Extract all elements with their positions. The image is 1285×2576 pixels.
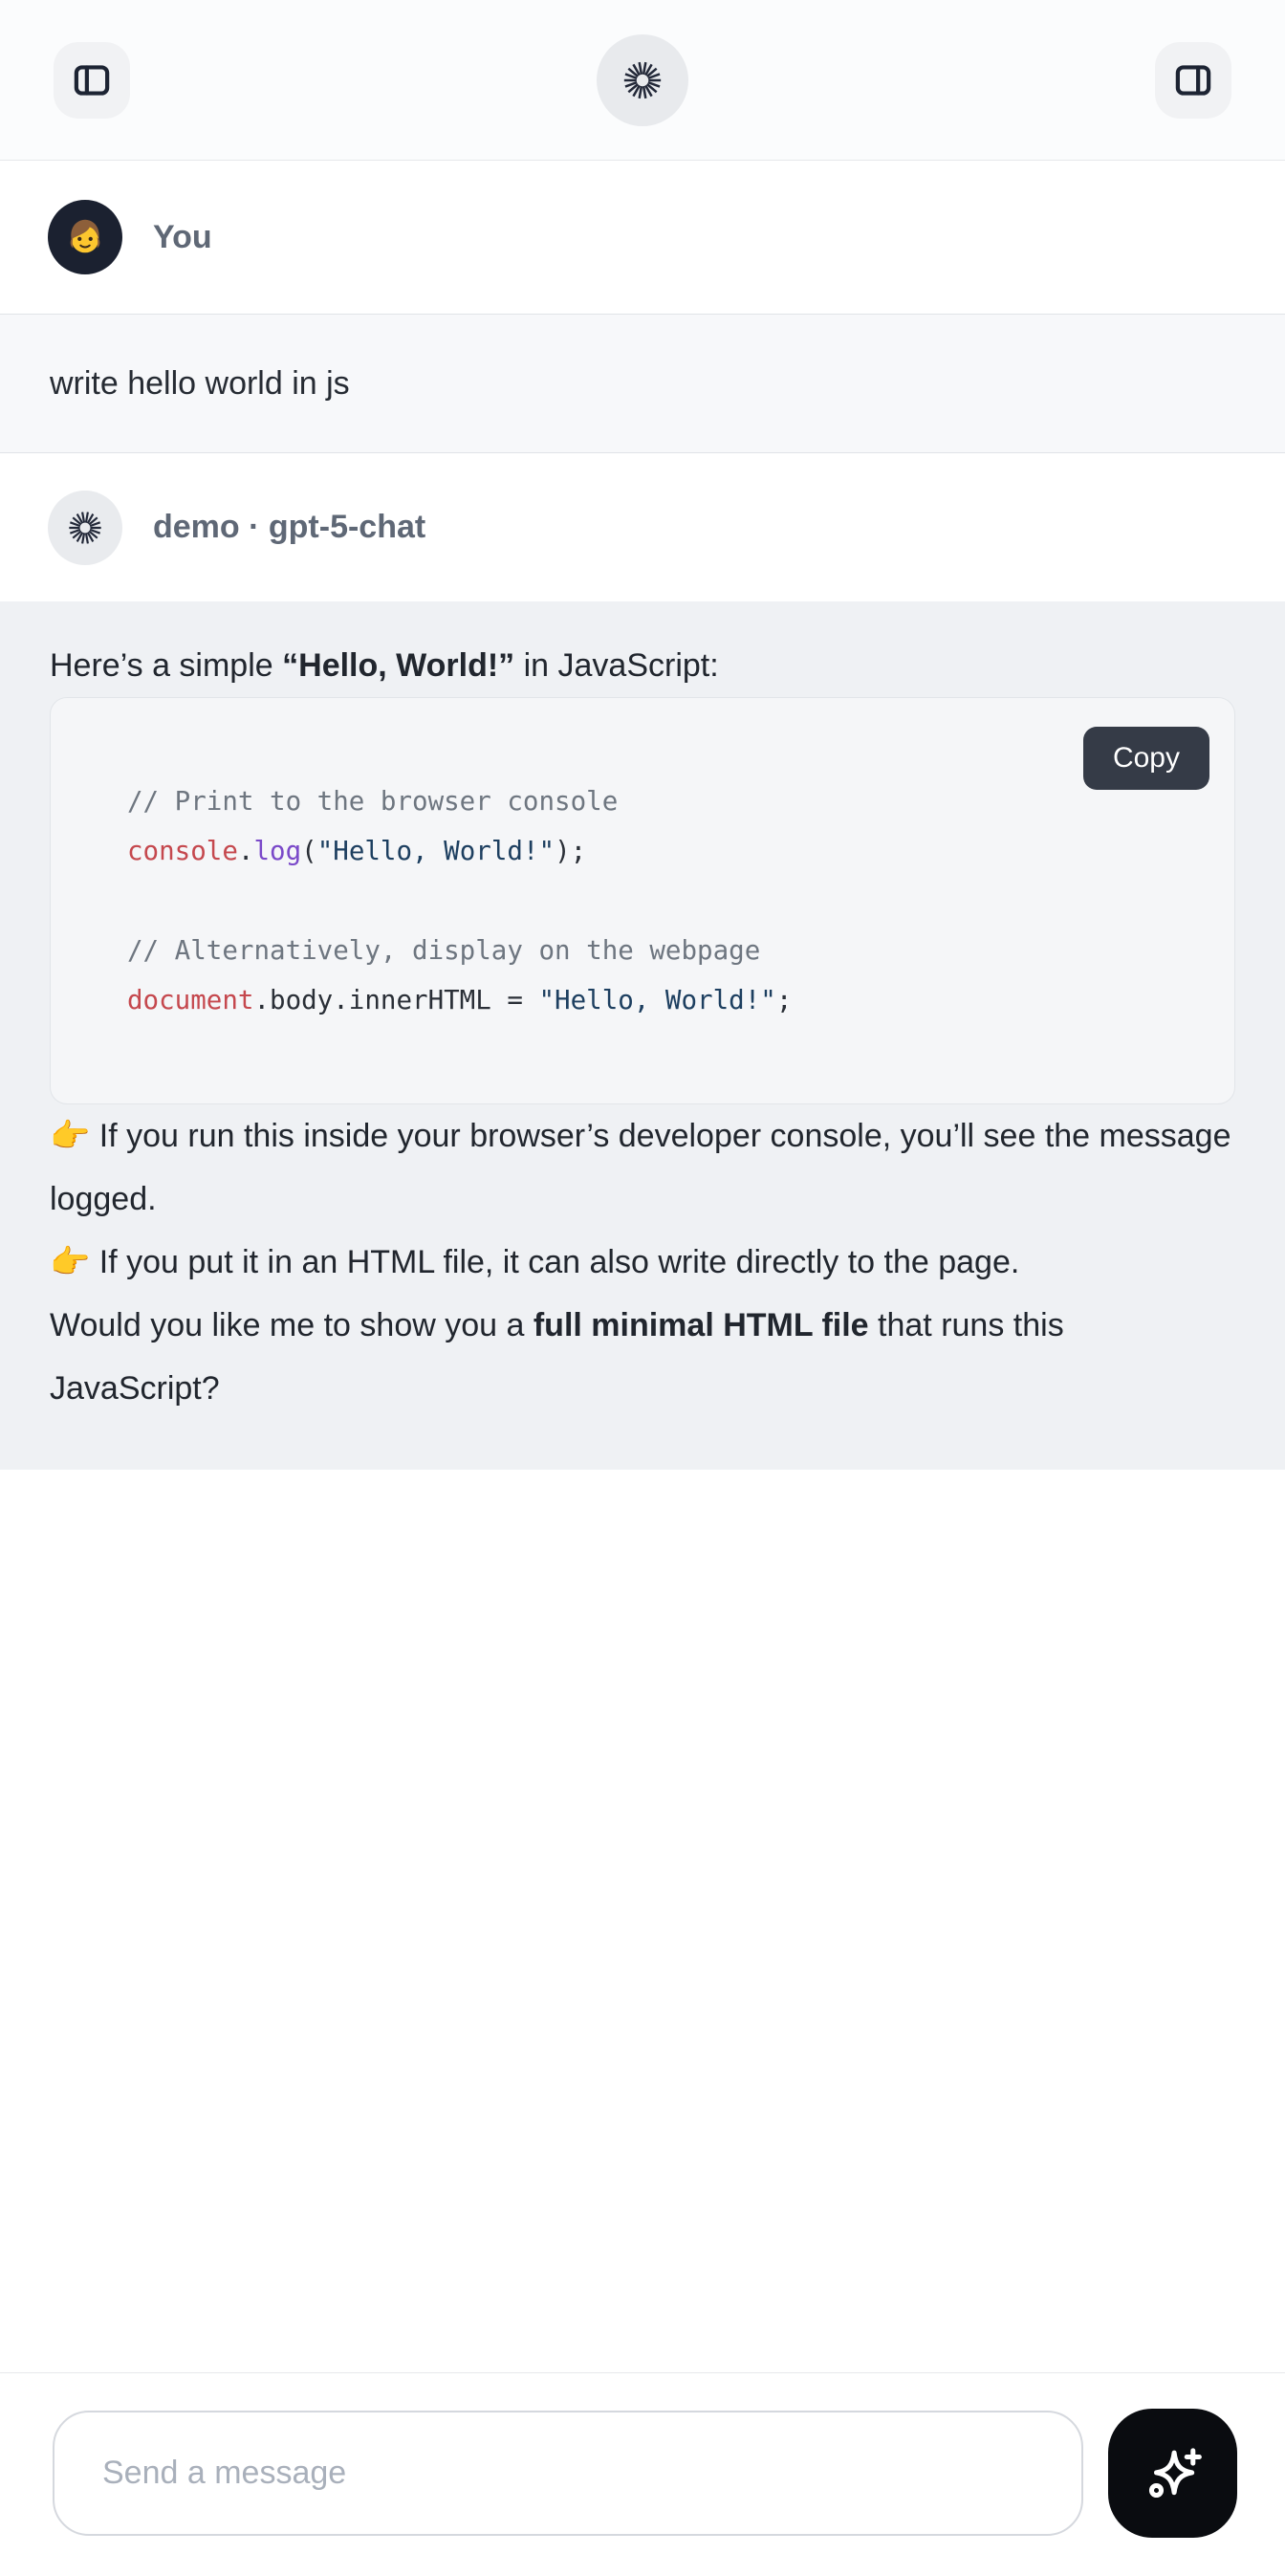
starburst-avatar-icon [66,509,104,547]
user-message-header: You [0,161,1285,314]
assistant-avatar [48,491,122,565]
composer-bar [0,2372,1285,2576]
sparkle-plus-icon [1140,2440,1207,2507]
assistant-message: Here’s a simple “Hello, World!” in JavaS… [0,601,1285,1470]
message-input[interactable] [53,2411,1083,2536]
sidebar-right-icon [1172,59,1214,101]
code-content: // Print to the browser console console.… [51,698,1234,1103]
sidebar-left-toggle-button[interactable] [54,42,130,119]
person-emoji-icon [63,215,107,259]
assistant-question-text: Would you like me to show you a full min… [50,1294,1235,1420]
copy-code-button[interactable]: Copy [1083,727,1209,790]
assistant-intro-text: Here’s a simple “Hello, World!” in JavaS… [50,634,1235,697]
user-message: write hello world in js [0,314,1285,453]
sidebar-right-toggle-button[interactable] [1155,42,1231,119]
assistant-tips-text: 👉 If you run this inside your browser’s … [50,1104,1235,1294]
chat-scroll-filler[interactable] [0,1470,1285,2372]
sidebar-left-icon [71,59,113,101]
assistant-message-header: demo · gpt-5-chat [0,453,1285,601]
top-bar [0,0,1285,161]
logo-button[interactable] [597,34,688,126]
chat-app: You write hello world in js demo · gpt-5… [0,0,1285,2576]
user-message-text: write hello world in js [50,365,350,402]
send-button[interactable] [1108,2409,1237,2538]
assistant-sender-label: demo · gpt-5-chat [153,509,425,546]
user-avatar [48,200,122,274]
user-sender-label: You [153,219,212,256]
starburst-logo-icon [621,58,664,102]
code-block: Copy // Print to the browser console con… [50,697,1235,1104]
